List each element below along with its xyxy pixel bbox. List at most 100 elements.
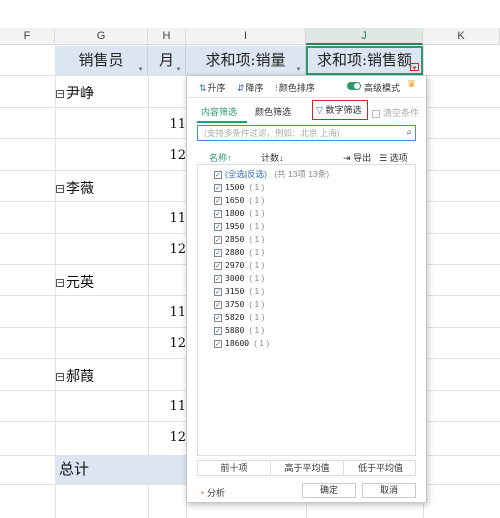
dropdown-arrow-icon[interactable]: ▾ bbox=[410, 63, 419, 72]
filter-search-input[interactable]: (支持多条件过滤，例如：北京 上海) ⌕ bbox=[197, 125, 416, 141]
header-label: 月 bbox=[158, 51, 174, 69]
sort-by-count-button[interactable]: 计数↓ bbox=[261, 151, 284, 164]
advanced-mode-toggle[interactable] bbox=[347, 82, 361, 90]
collapse-icon[interactable]: − bbox=[56, 185, 64, 193]
month-cell[interactable]: 12 bbox=[150, 336, 186, 351]
collapse-icon[interactable]: − bbox=[56, 373, 64, 381]
checkbox[interactable]: ✓ bbox=[214, 222, 222, 231]
select-all-row[interactable]: ✓ (全选|反选) (共 13项 13条) bbox=[214, 168, 329, 180]
column-header-f[interactable]: F bbox=[0, 28, 55, 45]
dropdown-arrow-icon[interactable]: ▾ bbox=[174, 65, 183, 73]
checkbox[interactable]: ✓ bbox=[214, 183, 222, 192]
group-name[interactable]: − 尹峥 bbox=[56, 83, 94, 103]
checkbox[interactable]: ✓ bbox=[214, 261, 222, 270]
month-cell[interactable]: 11 bbox=[150, 399, 186, 414]
sort-ascending-button[interactable]: ⇅升序 bbox=[199, 81, 226, 94]
month-cell[interactable]: 12 bbox=[150, 430, 186, 445]
header-label: 销售员 bbox=[78, 51, 124, 69]
month-cell[interactable]: 11 bbox=[150, 117, 186, 132]
funnel-icon: ▽ bbox=[316, 105, 323, 115]
collapse-icon[interactable]: − bbox=[56, 90, 64, 98]
invert-selection-link[interactable]: 反选) bbox=[247, 169, 267, 179]
month-cell[interactable]: 11 bbox=[150, 305, 186, 320]
list-item[interactable]: ✓ 1800( 1 ) bbox=[214, 207, 264, 219]
tab-color-filter[interactable]: 颜色筛选 bbox=[255, 105, 291, 118]
list-item[interactable]: ✓ 3000( 1 ) bbox=[214, 272, 264, 284]
list-item[interactable]: ✓ 2880( 1 ) bbox=[214, 246, 264, 258]
color-sort-icon: ⁝ bbox=[275, 83, 278, 93]
header-label: 求和项:销量 bbox=[205, 51, 286, 69]
header-label: 求和项:销售额 bbox=[316, 51, 413, 69]
pivot-header-sales[interactable]: 求和项:销售额 ▾ bbox=[306, 46, 423, 75]
list-item[interactable]: ✓ 18600( 1 ) bbox=[214, 337, 269, 349]
list-item[interactable]: ✓ 2970( 1 ) bbox=[214, 259, 264, 271]
checkbox[interactable]: ✓ bbox=[214, 235, 222, 244]
checkbox[interactable]: ✓ bbox=[214, 339, 222, 348]
list-item[interactable]: ✓ 3150( 1 ) bbox=[214, 285, 264, 297]
ok-button[interactable]: 确定 bbox=[302, 483, 356, 498]
dropdown-arrow-icon[interactable]: ▾ bbox=[136, 65, 145, 73]
checkbox[interactable]: ✓ bbox=[214, 170, 222, 179]
list-item[interactable]: ✓ 5880( 1 ) bbox=[214, 324, 264, 336]
clear-conditions-button[interactable]: 清空条件 bbox=[372, 106, 419, 119]
grand-total-label[interactable]: 总计 bbox=[55, 455, 186, 484]
search-icon[interactable]: ⌕ bbox=[406, 126, 412, 140]
column-header-j[interactable]: J bbox=[306, 28, 423, 45]
options-button[interactable]: ☰ 选项 bbox=[379, 151, 408, 164]
list-item[interactable]: ✓ 2850( 1 ) bbox=[214, 233, 264, 245]
column-header-h[interactable]: H bbox=[148, 28, 186, 45]
analysis-button[interactable]: ◔ 分析 bbox=[199, 486, 225, 499]
filter-footer: ◔ 分析 确定 取消 bbox=[187, 480, 426, 502]
filter-toolbar: ⇅升序 ⇵降序 ⁝颜色排序 高级模式 ♛ bbox=[187, 76, 426, 98]
active-tab-indicator bbox=[197, 121, 247, 123]
sort-descending-button[interactable]: ⇵降序 bbox=[237, 81, 264, 94]
checkbox[interactable]: ✓ bbox=[214, 209, 222, 218]
month-cell[interactable]: 12 bbox=[150, 242, 186, 257]
tab-content-filter[interactable]: 内容筛选 bbox=[201, 105, 237, 118]
checkbox[interactable]: ✓ bbox=[214, 300, 222, 309]
sort-by-name-button[interactable]: 名称↑ bbox=[209, 151, 232, 164]
column-header-k[interactable]: K bbox=[423, 28, 500, 45]
checkbox[interactable]: ✓ bbox=[214, 196, 222, 205]
column-header-i[interactable]: I bbox=[186, 28, 306, 45]
month-cell[interactable]: 11 bbox=[150, 211, 186, 226]
collapse-icon[interactable]: − bbox=[56, 279, 64, 287]
pivot-header-month[interactable]: 月 ▾ bbox=[148, 46, 186, 75]
above-average-button[interactable]: 高于平均值 bbox=[271, 461, 344, 475]
month-cell[interactable]: 12 bbox=[150, 148, 186, 163]
group-name[interactable]: − 元英 bbox=[56, 272, 94, 292]
pivot-header-salesperson[interactable]: 销售员 ▾ bbox=[55, 46, 148, 75]
crown-icon: ♛ bbox=[407, 79, 416, 90]
select-all-link[interactable]: (全选 bbox=[225, 169, 245, 179]
column-header-g[interactable]: G bbox=[55, 28, 148, 45]
checkbox[interactable]: ✓ bbox=[214, 326, 222, 335]
list-item[interactable]: ✓ 1950( 1 ) bbox=[214, 220, 264, 232]
list-item[interactable]: ✓ 5820( 1 ) bbox=[214, 311, 264, 323]
sort-asc-icon: ⇅ bbox=[199, 83, 207, 93]
number-filter-button[interactable]: ▽ 数字筛选 bbox=[312, 100, 368, 120]
color-sort-button[interactable]: ⁝颜色排序 bbox=[275, 81, 315, 94]
checkbox[interactable]: ✓ bbox=[214, 287, 222, 296]
advanced-mode-label: 高级模式 bbox=[364, 83, 401, 93]
filter-value-list: ✓ (全选|反选) (共 13项 13条) ✓ 1500( 1 ) ✓ 1650( 1… bbox=[197, 164, 416, 456]
menu-icon: ☰ bbox=[379, 153, 388, 163]
cancel-button[interactable]: 取消 bbox=[362, 483, 416, 498]
checkbox[interactable]: ✓ bbox=[214, 313, 222, 322]
clear-icon bbox=[372, 109, 380, 118]
dropdown-arrow-icon[interactable]: ▾ bbox=[294, 65, 303, 73]
pie-chart-icon: ◔ bbox=[199, 488, 205, 498]
summary-count: (共 13项 13条) bbox=[274, 169, 330, 179]
below-average-button[interactable]: 低于平均值 bbox=[344, 461, 417, 475]
export-icon: ⇥ bbox=[343, 153, 351, 163]
top-ten-button[interactable]: 前十项 bbox=[198, 461, 271, 475]
export-button[interactable]: ⇥ 导出 bbox=[343, 151, 371, 164]
group-name[interactable]: − 郝葭 bbox=[56, 366, 94, 386]
pivot-header-quantity[interactable]: 求和项:销量 ▾ bbox=[186, 46, 306, 75]
list-item[interactable]: ✓ 1650( 1 ) bbox=[214, 194, 264, 206]
group-name[interactable]: − 李薇 bbox=[56, 178, 94, 198]
checkbox[interactable]: ✓ bbox=[214, 248, 222, 257]
list-item[interactable]: ✓ 1500( 1 ) bbox=[214, 181, 264, 193]
list-header: 名称↑ 计数↓ ⇥ 导出 ☰ 选项 bbox=[197, 148, 416, 164]
checkbox[interactable]: ✓ bbox=[214, 274, 222, 283]
list-item[interactable]: ✓ 3750( 1 ) bbox=[214, 298, 264, 310]
